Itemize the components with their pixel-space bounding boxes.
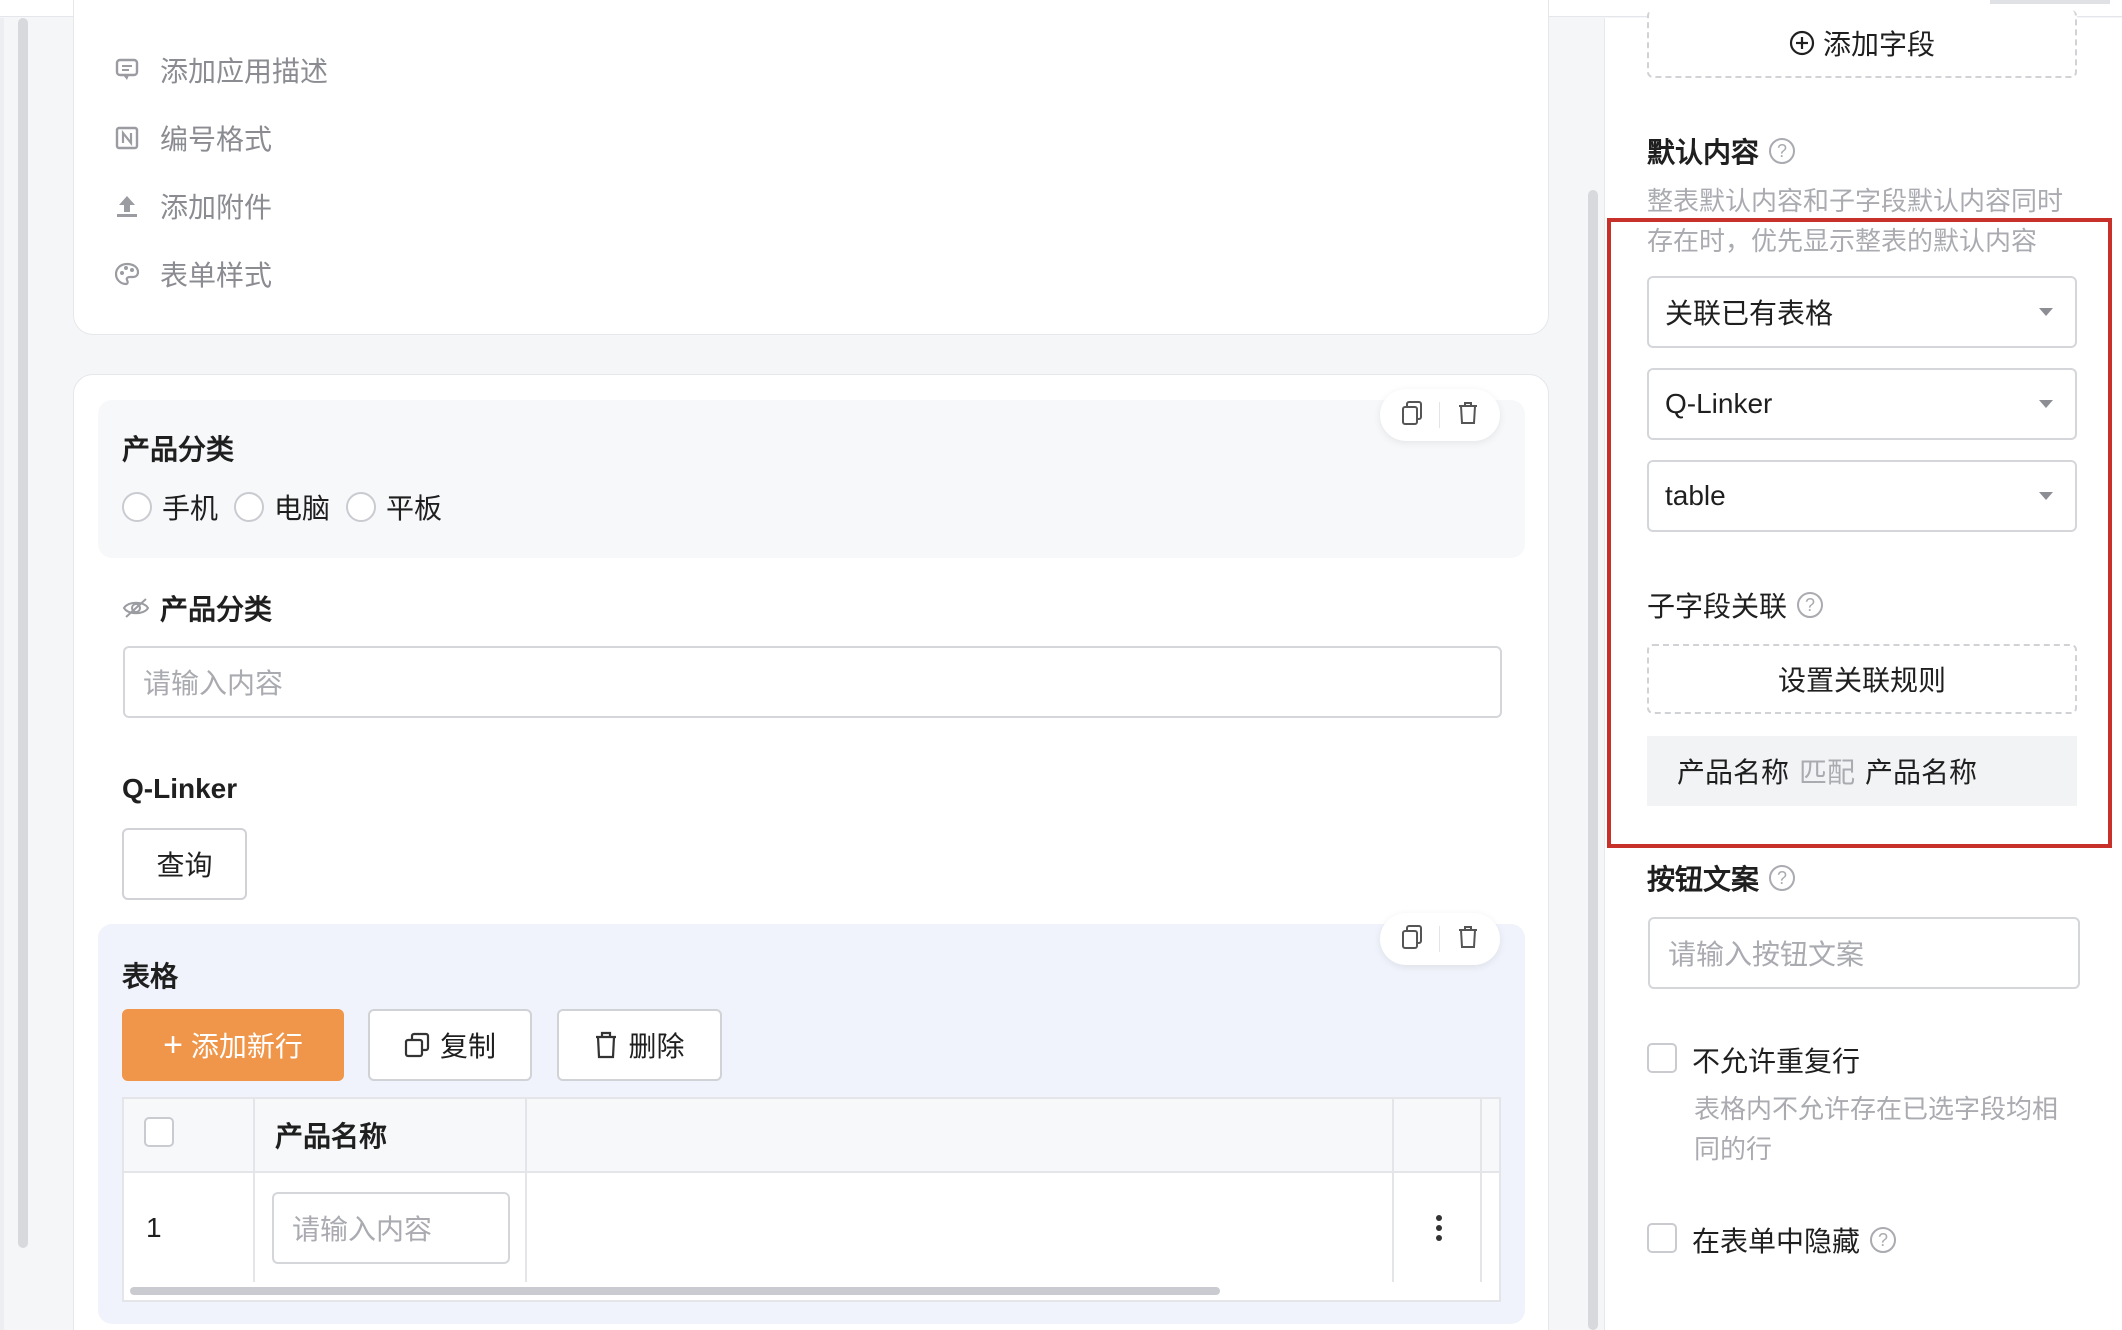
numbering-format-label: 编号格式 xyxy=(160,124,273,155)
row-product-name-input[interactable]: 请输入内容 xyxy=(272,1192,510,1264)
row-index: 1 xyxy=(146,1212,162,1243)
radio-tablet[interactable] xyxy=(346,492,377,522)
no-duplicate-hint: 表格内不允许存在已选字段均相 同的行 xyxy=(1694,1089,2084,1169)
trash-icon[interactable] xyxy=(1456,400,1480,431)
add-attachment-item[interactable]: 添加附件 xyxy=(112,186,272,226)
no-duplicate-checkbox[interactable] xyxy=(1647,1043,1677,1073)
row-more-icon[interactable] xyxy=(1424,1173,1454,1283)
radio-computer-label: 电脑 xyxy=(274,493,331,524)
qlinker-query-button[interactable]: 查询 xyxy=(122,828,247,900)
form-style-label: 表单样式 xyxy=(160,260,273,291)
table-select-value: table xyxy=(1665,480,1726,511)
select-all-cell xyxy=(144,1117,174,1147)
column-header-product-name: 产品名称 xyxy=(275,1121,388,1152)
hide-in-form-row: 在表单中隐藏 ? xyxy=(1692,1220,1897,1260)
trash-icon xyxy=(594,1031,618,1059)
left-scrollbar[interactable] xyxy=(18,18,28,1248)
add-description-label: 添加应用描述 xyxy=(160,56,329,87)
radio-phone[interactable] xyxy=(122,492,152,522)
toolbar-divider xyxy=(1439,926,1441,952)
no-duplicate-hint-line2: 同的行 xyxy=(1694,1134,1773,1164)
radio-group: 手机 电脑 平板 xyxy=(122,490,458,524)
chevron-down-icon xyxy=(2039,400,2053,408)
sub-field-label: 子字段关联 xyxy=(1647,591,1788,622)
radio-field-block[interactable] xyxy=(98,400,1525,558)
default-content-label: 默认内容 xyxy=(1647,137,1760,168)
add-description-item[interactable]: 添加应用描述 xyxy=(112,50,328,90)
table-col-divider xyxy=(1480,1099,1482,1282)
delete-row-button[interactable]: 删除 xyxy=(557,1009,722,1081)
toolbar-divider xyxy=(1439,402,1441,428)
no-duplicate-hint-line1: 表格内不允许存在已选字段均相 xyxy=(1694,1094,2059,1124)
rule-left-field: 产品名称 xyxy=(1677,757,1790,788)
add-attachment-label: 添加附件 xyxy=(160,192,273,223)
select-all-checkbox[interactable] xyxy=(144,1117,174,1147)
source-select[interactable]: 关联已有表格 xyxy=(1647,276,2077,348)
copy-icon[interactable] xyxy=(1400,400,1424,431)
default-content-hint-line1: 整表默认内容和子字段默认内容同时 xyxy=(1647,186,2064,216)
help-icon[interactable]: ? xyxy=(1797,592,1824,618)
hide-in-form-checkbox[interactable] xyxy=(1647,1223,1677,1253)
palette-icon xyxy=(112,259,142,289)
help-icon[interactable]: ? xyxy=(1870,1227,1897,1253)
comment-icon xyxy=(112,55,142,85)
qlinker-title: Q-Linker xyxy=(122,773,238,804)
data-table: 产品名称 1 请输入内容 xyxy=(122,1097,1501,1302)
button-text-label: 按钮文案 xyxy=(1647,864,1760,895)
set-rule-button[interactable]: 设置关联规则 xyxy=(1647,644,2077,714)
no-duplicate-label[interactable]: 不允许重复行 xyxy=(1692,1040,1860,1080)
sub-field-title: 子字段关联 ? xyxy=(1647,585,1824,625)
table-horizontal-scrollbar[interactable] xyxy=(130,1287,1220,1295)
numbering-format-item[interactable]: 编号格式 xyxy=(112,118,272,158)
radio-phone-label: 手机 xyxy=(162,493,219,524)
button-text-input[interactable]: 请输入按钮文案 xyxy=(1648,917,2080,989)
table-col-divider xyxy=(1392,1099,1394,1282)
text-field-title-row: 产品分类 xyxy=(122,590,272,626)
table-col-divider xyxy=(253,1099,255,1282)
delete-row-label: 删除 xyxy=(628,1031,685,1062)
copy-icon[interactable] xyxy=(1400,924,1424,955)
table-header-divider xyxy=(124,1171,1499,1173)
text-field-title: 产品分类 xyxy=(160,594,273,625)
text-field-input[interactable]: 请输入内容 xyxy=(123,646,1502,718)
copy-row-button[interactable]: 复制 xyxy=(368,1009,532,1081)
rule-right-field: 产品名称 xyxy=(1865,757,1978,788)
help-icon[interactable]: ? xyxy=(1769,865,1796,891)
left-rail xyxy=(0,18,4,1330)
add-field-label: 添加字段 xyxy=(1822,29,1935,60)
default-content-title: 默认内容 ? xyxy=(1647,131,1796,171)
eye-off-icon xyxy=(122,597,150,619)
table-col-divider xyxy=(525,1099,527,1282)
right-panel-scrollbar[interactable] xyxy=(1588,190,1598,1330)
radio-tablet-label: 平板 xyxy=(386,493,443,524)
table-field-toolbar xyxy=(1380,913,1500,965)
app-select[interactable]: Q-Linker xyxy=(1647,368,2077,440)
trash-icon[interactable] xyxy=(1456,924,1480,955)
upload-icon xyxy=(112,191,142,221)
source-select-value: 关联已有表格 xyxy=(1665,298,1834,329)
chevron-down-icon xyxy=(2039,308,2053,316)
help-icon[interactable]: ? xyxy=(1769,138,1796,164)
hide-in-form-label[interactable]: 在表单中隐藏 xyxy=(1692,1220,1860,1260)
add-field-button[interactable]: 添加字段 xyxy=(1647,10,2077,78)
rule-summary[interactable]: 产品名称 匹配 产品名称 xyxy=(1647,736,2077,806)
rule-operator: 匹配 xyxy=(1799,757,1856,788)
plus-icon: + xyxy=(163,1026,183,1064)
copy-row-label: 复制 xyxy=(439,1031,496,1062)
radio-field-toolbar xyxy=(1380,389,1500,441)
plus-circle-icon xyxy=(1789,30,1815,56)
chevron-down-icon xyxy=(2039,492,2053,500)
table-select[interactable]: table xyxy=(1647,460,2077,532)
numbering-icon xyxy=(112,123,142,153)
radio-computer[interactable] xyxy=(234,492,265,522)
form-style-item[interactable]: 表单样式 xyxy=(112,254,272,294)
copy-icon xyxy=(404,1032,430,1058)
radio-field-title: 产品分类 xyxy=(122,434,235,465)
app-select-value: Q-Linker xyxy=(1665,388,1773,419)
add-row-label: 添加新行 xyxy=(190,1031,303,1062)
button-text-title: 按钮文案 ? xyxy=(1647,858,1796,898)
table-title: 表格 xyxy=(122,961,179,992)
top-right-tab xyxy=(1990,0,2110,4)
add-row-button[interactable]: + 添加新行 xyxy=(122,1009,344,1081)
